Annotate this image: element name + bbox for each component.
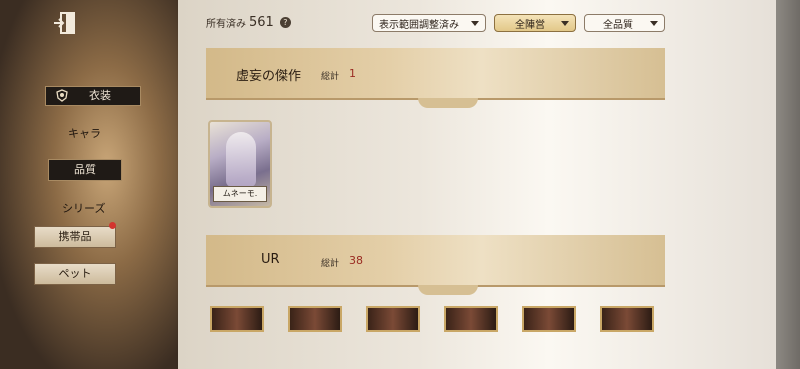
sidebar-item-pet[interactable]: ペット [34,263,116,285]
exit-icon[interactable] [52,10,78,36]
section-header-masterpiece: 虚妄の傑作 総計 1 [206,48,665,100]
costume-thumbnail[interactable] [366,306,420,332]
sidebar-item-costume[interactable]: 衣装 [45,86,141,106]
owned-count: 所有済み 561 ? [206,15,291,30]
help-icon[interactable]: ? [279,17,291,28]
panel-edge [776,0,800,369]
costume-thumbnail[interactable] [600,306,654,332]
sidebar: 衣装 キャラ 品質 シリーズ 携帯品 ペット [0,0,178,369]
owned-number: 561 [249,15,274,30]
sidebar-item-character[interactable]: キャラ [68,125,101,141]
shield-icon [56,89,68,102]
section-title: 虚妄の傑作 [236,69,302,84]
dropdown-label: 全品質 [603,19,633,31]
dropdown-label: 表示範囲調整済み [379,19,459,31]
owned-label: 所有済み [206,19,246,30]
sidebar-item-label: ペット [58,267,92,280]
costume-thumbnail[interactable] [444,306,498,332]
total-count: 38 [349,254,363,267]
chevron-down-icon [561,20,569,26]
display-range-dropdown[interactable]: 表示範囲調整済み [372,14,486,32]
quality-dropdown[interactable]: 全品質 [584,14,665,32]
total-label: 総計 [321,259,340,269]
chevron-down-icon [650,20,658,26]
total-label: 総計 [321,72,340,82]
chevron-down-icon [471,20,479,26]
section-notch [418,285,478,295]
sidebar-item-label: 衣装 [89,89,111,102]
costume-thumbnail[interactable] [522,306,576,332]
costume-thumbnail[interactable] [210,306,264,332]
costume-thumbnail[interactable] [288,306,342,332]
sidebar-item-label: 携帯品 [58,230,92,243]
card-name: ムネーモ. [213,186,267,202]
section-header-ur: UR 総計 38 [206,235,665,287]
dropdown-label: 全陣営 [515,19,545,31]
notification-badge [109,222,116,229]
sidebar-item-quality[interactable]: 品質 [48,159,122,181]
costume-card[interactable]: ムネーモ. [208,120,272,208]
sidebar-item-series[interactable]: シリーズ [62,200,105,216]
total-count: 1 [349,67,356,80]
sidebar-item-accessory[interactable]: 携帯品 [34,226,116,248]
character-portrait [226,132,256,187]
section-title: UR [261,252,280,267]
section-notch [418,98,478,108]
faction-dropdown[interactable]: 全陣営 [494,14,576,32]
